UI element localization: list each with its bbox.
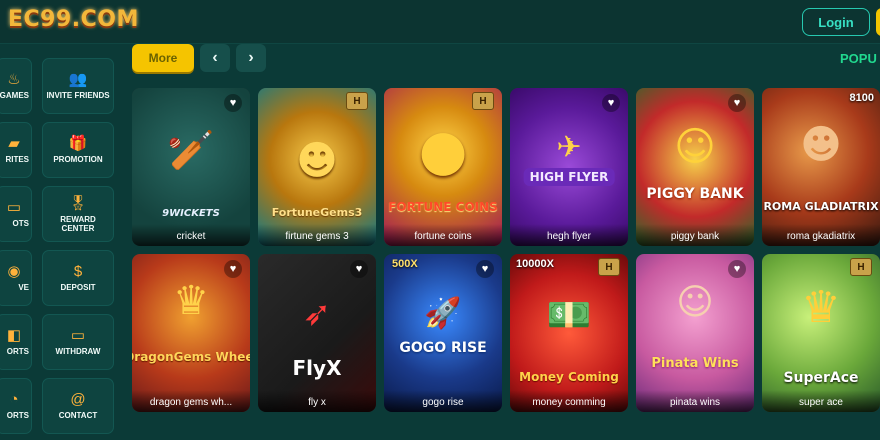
sidebar-item-live[interactable]: ◉ VE — [0, 250, 32, 306]
heart-icon[interactable]: ♥ — [350, 260, 368, 278]
withdraw-icon: ▭ — [70, 327, 86, 344]
friends-icon: 👥 — [68, 71, 88, 88]
sports-icon: ◧ — [6, 327, 22, 344]
game-title: super ace — [762, 390, 880, 412]
game-title: pinata wins — [636, 390, 754, 412]
register-button[interactable] — [876, 8, 880, 36]
dollar-icon: $ — [73, 263, 83, 280]
heart-icon[interactable]: ♥ — [728, 94, 746, 112]
game-brand-text: FORTUNE COINS — [388, 200, 498, 214]
top-header: EC99.COM Login — [0, 0, 880, 44]
gladiator-face-icon: ☻ — [800, 122, 842, 168]
game-title: hegh flyer — [510, 224, 628, 246]
sidebar-item-contact[interactable]: @ CONTACT — [42, 378, 114, 434]
game-title: fly x — [258, 390, 376, 412]
game-brand-text: PIGGY BANK — [646, 186, 744, 202]
chevron-left-icon: ‹ — [212, 49, 218, 66]
heart-icon[interactable]: ♥ — [602, 94, 620, 112]
game-title: roma gkadiatrix — [762, 224, 880, 246]
sidebar-item-favorites[interactable]: ▰ RITES — [0, 122, 32, 178]
provider-logo-icon: H — [472, 92, 494, 110]
sidebar-item-withdraw[interactable]: ▭ WITHDRAW — [42, 314, 114, 370]
girl-figure-icon: ☺ — [676, 282, 714, 323]
game-card-cricket[interactable]: 🏏 9WICKETS ♥ cricket — [132, 88, 250, 246]
heart-icon[interactable]: ♥ — [224, 94, 242, 112]
game-title: fortune coins — [384, 224, 502, 246]
game-brand-text: GOGO RISE — [399, 340, 487, 356]
provider-logo-icon: H — [346, 92, 368, 110]
game-card-fortune-coins[interactable]: ● FORTUNE COINS H fortune coins — [384, 88, 502, 246]
heart-icon[interactable]: ♥ — [476, 260, 494, 278]
plane-icon: ✈ — [556, 130, 582, 165]
slots-icon: ▭ — [6, 199, 22, 216]
game-card-dragon-gems-wheel[interactable]: ♛ DragonGems Wheel ♥ dragon gems wh... — [132, 254, 250, 412]
game-brand-text: SuperAce — [783, 370, 859, 386]
rocket-icon: ➶ — [302, 294, 332, 334]
sidebar: ♨ GAMES 👥 INVITE FRIENDS ▰ RITES 🎁 PROMO… — [0, 44, 118, 440]
golden-mask-icon: ☻ — [296, 138, 338, 184]
game-title: gogo rise — [384, 390, 502, 412]
sidebar-item-slots[interactable]: ▭ OTS — [0, 186, 32, 242]
heart-icon[interactable]: ♥ — [728, 260, 746, 278]
gold-coin-icon: ● — [418, 118, 468, 183]
provider-logo-icon: H — [850, 258, 872, 276]
game-card-pinata-wins[interactable]: ☺ Pinata Wins ♥ pinata wins — [636, 254, 754, 412]
medal-icon: 🎖 — [68, 194, 88, 212]
game-brand-text: DragonGems Wheel — [132, 350, 250, 364]
game-title: piggy bank — [636, 224, 754, 246]
game-title: firtune gems 3 — [258, 224, 376, 246]
game-title: money comming — [510, 390, 628, 412]
game-card-fly-x[interactable]: ➶ FlyX ♥ fly x — [258, 254, 376, 412]
rocket-ship-icon: 🚀 — [424, 296, 462, 331]
sidebar-item-esports[interactable]: ◔ ORTS — [0, 378, 32, 434]
gift-icon: 🎁 — [68, 135, 88, 152]
multiplier-badge: 500X — [392, 258, 418, 270]
game-title: dragon gems wh... — [132, 390, 250, 412]
favorites-icon: ▰ — [8, 135, 20, 152]
heart-icon[interactable]: ♥ — [224, 260, 242, 278]
piggy-icon: ☺ — [674, 124, 716, 170]
game-brand-text: Money Coming — [519, 370, 619, 384]
live-icon: ◉ — [7, 263, 21, 280]
game-card-high-flyer[interactable]: ✈ HIGH FLYER ♥ hegh flyer — [510, 88, 628, 246]
multiplier-badge: 8100 — [849, 92, 874, 104]
cash-stack-icon: 💵 — [546, 295, 592, 336]
sidebar-item-reward-center[interactable]: 🎖 REWARD CENTER — [42, 186, 114, 242]
more-button[interactable]: More — [132, 44, 194, 72]
game-brand-text: HIGH FLYER — [523, 168, 615, 186]
at-icon: @ — [70, 391, 86, 408]
login-button[interactable]: Login — [802, 8, 870, 36]
next-arrow-button[interactable]: › — [236, 44, 266, 72]
game-card-super-ace[interactable]: ♛ SuperAce H super ace — [762, 254, 880, 412]
sidebar-item-promotion[interactable]: 🎁 PROMOTION — [42, 122, 114, 178]
sidebar-item-deposit[interactable]: $ DEPOSIT — [42, 250, 114, 306]
sidebar-item-sports[interactable]: ◧ ORTS — [0, 314, 32, 370]
sidebar-item-games[interactable]: ♨ GAMES — [0, 58, 32, 114]
game-card-roma-gladiatrix[interactable]: ☻ ROMA GLADIATRIX 8100 roma gkadiatrix — [762, 88, 880, 246]
game-card-money-coming[interactable]: 💵 Money Coming 10000X H money comming — [510, 254, 628, 412]
game-brand-text: Pinata Wins — [651, 356, 739, 371]
section-title-popular: POPU — [840, 51, 877, 66]
dragon-icon: ♛ — [173, 278, 209, 324]
multiplier-badge: 10000X — [516, 258, 554, 270]
game-card-gogo-rise[interactable]: 🚀 GOGO RISE 500X ♥ gogo rise — [384, 254, 502, 412]
game-brand-text: FlyX — [292, 356, 342, 380]
game-brand-text: ROMA GLADIATRIX — [763, 200, 879, 213]
fire-icon: ♨ — [7, 71, 21, 88]
game-brand-text: FortuneGems3 — [271, 206, 363, 219]
esports-icon: ◔ — [9, 391, 19, 408]
game-card-fortune-gems-3[interactable]: ☻ FortuneGems3 H firtune gems 3 — [258, 88, 376, 246]
game-title: cricket — [132, 224, 250, 246]
jester-hat-icon: ♛ — [801, 282, 841, 333]
cricketer-figure-icon: 🏏 — [167, 128, 215, 172]
game-brand-text: 9WICKETS — [162, 208, 220, 219]
prev-arrow-button[interactable]: ‹ — [200, 44, 230, 72]
sidebar-item-invite-friends[interactable]: 👥 INVITE FRIENDS — [42, 58, 114, 114]
chevron-right-icon: › — [248, 49, 254, 66]
game-card-piggy-bank[interactable]: ☺ PIGGY BANK ♥ piggy bank — [636, 88, 754, 246]
site-logo[interactable]: EC99.COM — [8, 7, 139, 32]
provider-logo-icon: H — [598, 258, 620, 276]
